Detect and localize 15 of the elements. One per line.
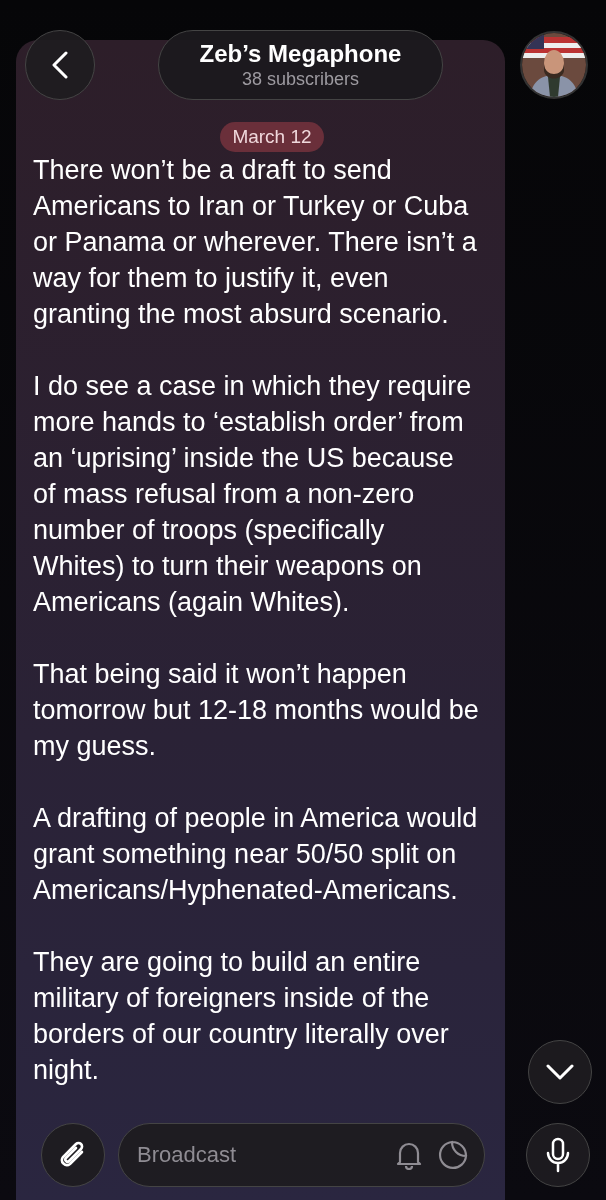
message-field[interactable]: Broadcast bbox=[118, 1123, 485, 1187]
message-paragraph: I do see a case in which they require more hands to ‘establish order’ from an ‘uprising’ inside the US because of mass refusal from a non-zero number of troops (specifically Whites) to turn their weapons on Americans (again Whites). bbox=[33, 370, 473, 619]
message-paragraph: A drafting of people in America would grant something near 50/50 split on Americans/Hyphenated-Americans. bbox=[33, 802, 479, 907]
back-icon bbox=[52, 51, 68, 79]
microphone-icon bbox=[546, 1137, 570, 1173]
sticker-icon[interactable] bbox=[438, 1140, 468, 1170]
chevron-down-icon bbox=[546, 1064, 574, 1080]
message-paragraph: That being said it won’t happen tomorrow but 12-18 months would be my guess. bbox=[33, 658, 480, 763]
bell-icon[interactable] bbox=[395, 1140, 423, 1170]
message-paragraph: They are going to build an entire military of foreigners inside of the borders of our country literally over night. bbox=[33, 946, 450, 1087]
channel-header[interactable]: Zeb’s Megaphone 38 subscribers bbox=[158, 30, 443, 100]
message-paragraph: There won’t be a draft to send Americans to Iran or Turkey or Cuba or Panama or wherever. There isn’t a way for them to justify it, even granting the most absurd scenario. bbox=[33, 154, 478, 331]
channel-title: Zeb’s Megaphone bbox=[199, 40, 402, 68]
date-label: March 12 bbox=[220, 122, 324, 152]
subscriber-count: 38 subscribers bbox=[241, 68, 360, 90]
